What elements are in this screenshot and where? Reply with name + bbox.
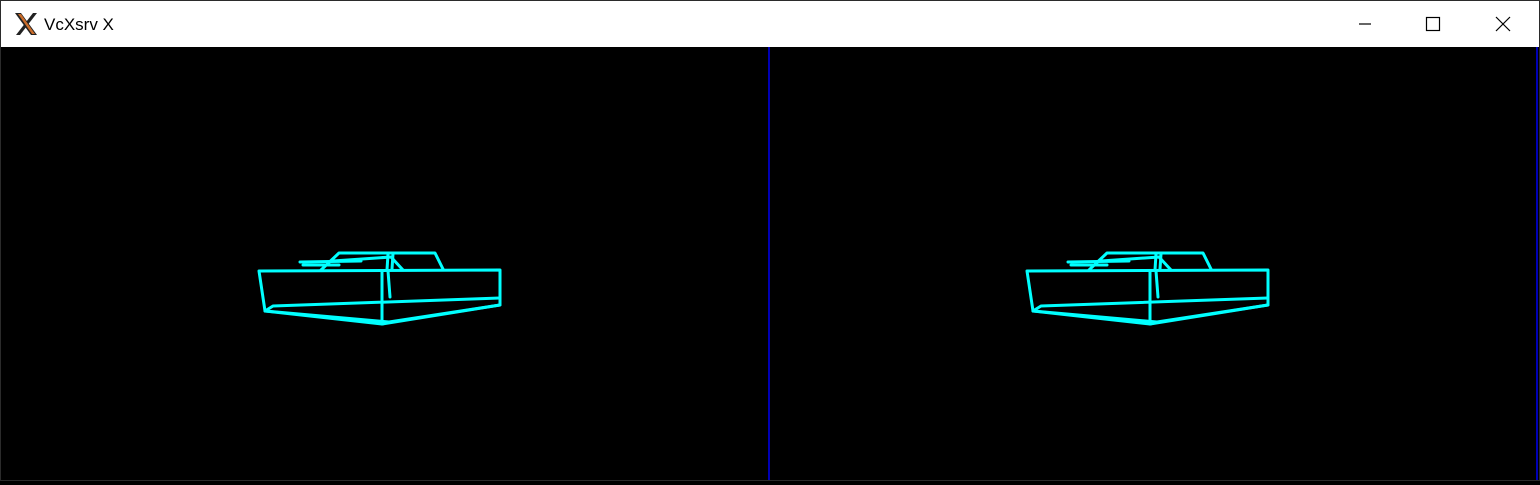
close-button[interactable]	[1480, 1, 1526, 47]
close-icon	[1495, 16, 1511, 32]
x-client-area[interactable]	[3, 47, 1539, 480]
right-wireframe-model	[1025, 251, 1270, 326]
maximize-button[interactable]	[1410, 1, 1456, 47]
right-edge-border	[1536, 47, 1538, 480]
vcxsrv-window: VcXsrv X	[0, 0, 1540, 481]
minimize-button[interactable]	[1342, 1, 1388, 47]
window-title: VcXsrv X	[44, 15, 114, 34]
maximize-icon	[1425, 16, 1441, 32]
minimize-icon	[1359, 23, 1371, 25]
viewport-divider	[768, 47, 770, 480]
left-viewport[interactable]	[3, 47, 768, 480]
right-viewport[interactable]	[771, 47, 1536, 480]
left-wireframe-model	[257, 251, 502, 326]
x-logo-icon[interactable]	[13, 11, 39, 37]
title-bar[interactable]: VcXsrv X	[1, 1, 1539, 47]
